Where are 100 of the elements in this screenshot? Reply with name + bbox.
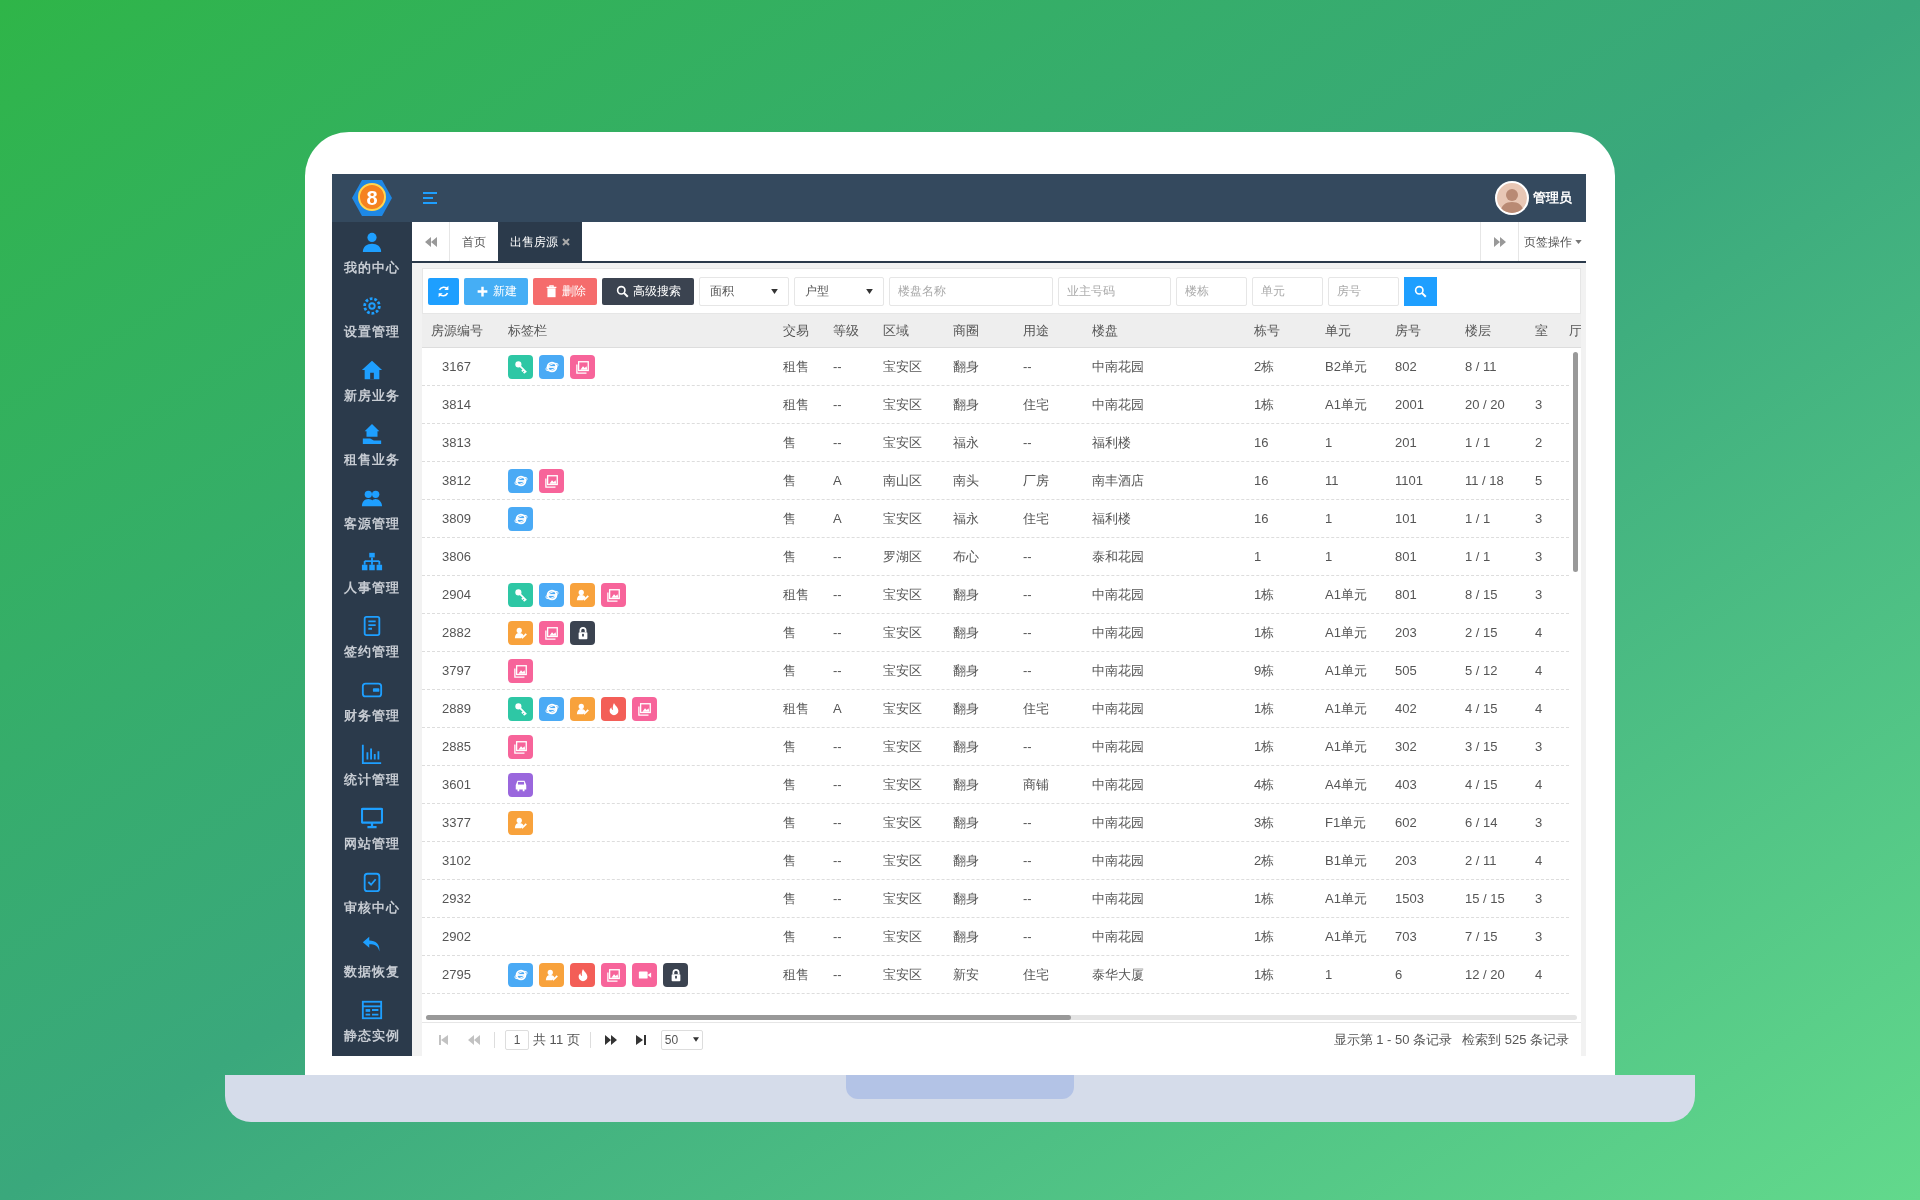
sidebar-item[interactable]: 设置管理 xyxy=(332,286,412,350)
table-cell-text: 布心 xyxy=(952,547,980,566)
column-header[interactable]: 室 xyxy=(1526,320,1560,341)
table-row[interactable]: 3812 售 A 南山区 南头 厂房 南丰酒店 16 11 1101 11 / 18 5 xyxy=(422,462,1569,500)
table-cell-text: -- xyxy=(1022,661,1033,680)
column-header[interactable]: 厅 xyxy=(1560,320,1581,341)
table-cell-text: 20 / 20 xyxy=(1464,395,1506,414)
refresh-button[interactable] xyxy=(428,277,459,305)
avatar[interactable] xyxy=(1495,181,1529,215)
scrollbar-track[interactable] xyxy=(426,1014,1577,1020)
table-cell-text: 宝安区 xyxy=(882,585,923,604)
input-field[interactable]: 楼栋 xyxy=(1176,276,1247,306)
table-cell-text: 售 xyxy=(782,851,797,870)
sidebar-item[interactable]: 财务管理 xyxy=(332,670,412,734)
table-row[interactable]: 2902 售 -- 宝安区 翻身 -- 中南花园 1栋 A1单元 703 7 / 15 3 xyxy=(422,918,1569,956)
table-cell-text: 宝安区 xyxy=(882,433,923,452)
table-row[interactable]: 3809 售 A 宝安区 福永 住宅 福利楼 16 1 101 1 / 1 3 xyxy=(422,500,1569,538)
table-row[interactable]: 3102 售 -- 宝安区 翻身 -- 中南花园 2栋 B1单元 203 2 / 11 4 xyxy=(422,842,1569,880)
table-cell-text: -- xyxy=(1022,851,1033,870)
table-row[interactable]: 3814 租售 -- 宝安区 翻身 住宅 中南花园 1栋 A1单元 2001 20 / 20 3 xyxy=(422,386,1569,424)
scrollbar-thumb[interactable] xyxy=(1572,352,1578,572)
input-field[interactable]: 单元 xyxy=(1252,276,1323,306)
column-header[interactable]: 房号 xyxy=(1386,320,1456,341)
search-button[interactable] xyxy=(1404,276,1437,306)
sidebar-item[interactable]: 审核中心 xyxy=(332,862,412,926)
tab[interactable]: 出售房源 xyxy=(498,222,582,261)
user-name[interactable]: 管理员 xyxy=(1533,188,1572,208)
sidebar-item[interactable]: 新房业务 xyxy=(332,350,412,414)
page-input[interactable]: 1 xyxy=(505,1029,529,1050)
select-field[interactable]: 面积 xyxy=(699,276,789,306)
table-cell-text: 203 xyxy=(1394,851,1418,870)
sidebar-item[interactable]: 静态实例 xyxy=(332,990,412,1054)
column-header[interactable]: 商圈 xyxy=(944,320,1014,341)
scrollbar-thumb[interactable] xyxy=(426,1014,1071,1020)
select-field[interactable]: 户型 xyxy=(794,276,884,306)
table-cell-text: B2单元 xyxy=(1324,357,1368,376)
tab-actions-dropdown[interactable]: 页签操作 xyxy=(1518,222,1586,261)
table-row[interactable]: 3806 售 -- 罗湖区 布心 -- 泰和花园 1 1 801 1 / 1 3 xyxy=(422,538,1569,576)
sidebar-item[interactable]: 统计管理 xyxy=(332,734,412,798)
column-header[interactable]: 栋号 xyxy=(1245,320,1316,341)
column-header[interactable]: 单元 xyxy=(1316,320,1386,341)
sidebar-item[interactable]: 人事管理 xyxy=(332,542,412,606)
table-cell-text: 住宅 xyxy=(1022,699,1050,718)
table-row[interactable]: 3377 售 -- 宝安区 翻身 -- 中南花园 3栋 F1单元 602 6 / 14 3 xyxy=(422,804,1569,842)
column-header[interactable]: 标签栏 xyxy=(499,320,774,341)
sidebar-item[interactable]: 签约管理 xyxy=(332,606,412,670)
table-row[interactable]: 3813 售 -- 宝安区 福永 -- 福利楼 16 1 201 1 / 1 2 xyxy=(422,424,1569,462)
table-cell-text: 售 xyxy=(782,509,797,528)
close-icon[interactable] xyxy=(562,237,570,246)
table-cell-text: 1 / 1 xyxy=(1464,509,1492,528)
table-cell-text: 3 xyxy=(1534,395,1544,414)
table-cell-text: 福利楼 xyxy=(1091,509,1132,528)
column-header[interactable]: 楼层 xyxy=(1456,320,1526,341)
search-icon xyxy=(615,284,629,298)
page-size-select[interactable]: 50 xyxy=(660,1029,703,1050)
table-cell-text: 4 xyxy=(1534,661,1544,680)
table-cell-text: -- xyxy=(832,965,843,984)
table-row[interactable]: 2889 租售 A 宝安区 翻身 住宅 中南花园 1栋 A1单元 402 4 / 15 4 xyxy=(422,690,1569,728)
advanced-button[interactable]: 高级搜索 xyxy=(602,277,694,305)
column-header[interactable]: 区域 xyxy=(874,320,944,341)
table-cell-text: 505 xyxy=(1394,661,1418,680)
table-cell-text: 宝安区 xyxy=(882,509,923,528)
sidebar-item[interactable]: 我的中心 xyxy=(332,222,412,286)
input-field[interactable]: 业主号码 xyxy=(1058,276,1171,306)
table-cell-text: 厂房 xyxy=(1022,471,1050,490)
sidebar-item[interactable]: 网站管理 xyxy=(332,798,412,862)
column-header[interactable]: 楼盘 xyxy=(1083,320,1245,341)
table-cell-text: 801 xyxy=(1394,585,1418,604)
table-row[interactable]: 2885 售 -- 宝安区 翻身 -- 中南花园 1栋 A1单元 302 3 / 15 3 xyxy=(422,728,1569,766)
table-row[interactable]: 2882 售 -- 宝安区 翻身 -- 中南花园 1栋 A1单元 203 2 / 15 4 xyxy=(422,614,1569,652)
column-header[interactable]: 房源编号 xyxy=(422,320,499,341)
table-cell-text: -- xyxy=(832,813,843,832)
table-cell-text: 1 / 1 xyxy=(1464,547,1492,566)
table-cell-text: 3 xyxy=(1534,813,1544,832)
table-cell-text: 住宅 xyxy=(1022,395,1050,414)
table-cell-text: A1单元 xyxy=(1324,661,1368,680)
table-cell-text: 2902 xyxy=(441,927,472,946)
layout-icon xyxy=(361,998,383,1021)
table-cell-text: -- xyxy=(1022,927,1033,946)
sidebar-item[interactable]: 客源管理 xyxy=(332,478,412,542)
table-row[interactable]: 2795 租售 -- 宝安区 新安 住宅 泰华大厦 1栋 1 6 12 / 20 4 xyxy=(422,956,1569,994)
column-header[interactable]: 用途 xyxy=(1014,320,1083,341)
table-row[interactable]: 2932 售 -- 宝安区 翻身 -- 中南花园 1栋 A1单元 1503 15 / 15 3 xyxy=(422,880,1569,918)
table-row[interactable]: 3167 租售 -- 宝安区 翻身 -- 中南花园 2栋 B2单元 802 8 / 11 xyxy=(422,348,1569,386)
table-row[interactable]: 3797 售 -- 宝安区 翻身 -- 中南花园 9栋 A1单元 505 5 / 12 4 xyxy=(422,652,1569,690)
table-cell-text: 宝安区 xyxy=(882,699,923,718)
table-cell-text: 翻身 xyxy=(952,775,980,794)
input-field[interactable]: 房号 xyxy=(1328,276,1399,306)
table-cell-text: A1单元 xyxy=(1324,737,1368,756)
table-row[interactable]: 3601 售 -- 宝安区 翻身 商铺 中南花园 4栋 A4单元 403 4 / 15 4 xyxy=(422,766,1569,804)
sidebar-item[interactable]: 数据恢复 xyxy=(332,926,412,990)
table-cell-text: 1 xyxy=(1324,433,1334,452)
column-header[interactable]: 等级 xyxy=(824,320,874,341)
table-row[interactable]: 2904 租售 -- 宝安区 翻身 -- 中南花园 1栋 A1单元 801 8 / 15 3 xyxy=(422,576,1569,614)
table-cell-text: -- xyxy=(832,775,843,794)
column-header[interactable]: 交易 xyxy=(774,320,824,341)
menu-icon[interactable] xyxy=(422,191,438,205)
input-field[interactable]: 楼盘名称 xyxy=(889,276,1053,306)
sidebar-item[interactable]: 租售业务 xyxy=(332,414,412,478)
table-cell-text: 中南花园 xyxy=(1091,889,1145,908)
